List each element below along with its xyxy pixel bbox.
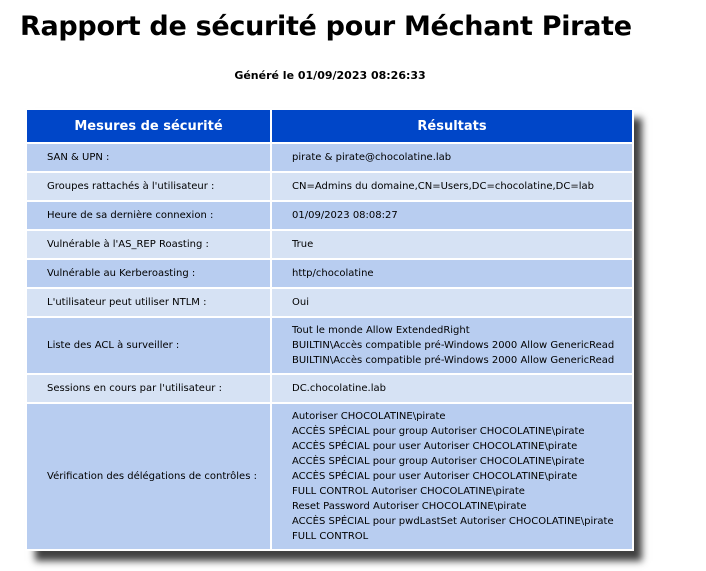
value-line: CN=Admins du domaine,CN=Users,DC=chocola… xyxy=(292,181,594,192)
table-row: Sessions en cours par l'utilisateur : DC.… xyxy=(25,373,634,404)
value-line: ACCÈS SPÉCIAL pour group Autoriser CHOCO… xyxy=(292,456,585,467)
value-line: ACCÈS SPÉCIAL pour user Autoriser CHOCOL… xyxy=(292,441,578,452)
value-line: pirate & pirate@chocolatine.lab xyxy=(292,152,452,163)
row-value: 01/09/2023 08:08:27 xyxy=(270,200,634,231)
value-line: BUILTIN\Accès compatible pré-Windows 200… xyxy=(292,340,615,351)
page-title: Rapport de sécurité pour Méchant Pirate xyxy=(20,11,632,42)
table-row: Groupes rattachés à l'utilisateur : CN=Ad… xyxy=(25,171,634,202)
header-results: Résultats xyxy=(270,108,634,144)
value-line: Tout le monde Allow ExtendedRight xyxy=(292,325,470,336)
row-value: CN=Admins du domaine,CN=Users,DC=chocola… xyxy=(270,171,634,202)
row-value: DC.chocolatine.lab xyxy=(270,373,634,404)
value-line: 01/09/2023 08:08:27 xyxy=(292,210,398,221)
row-value: Tout le monde Allow ExtendedRight BUILTIN… xyxy=(270,316,634,375)
security-report-table-container: Mesures de sécurité Résultats SAN & UPN … xyxy=(25,108,634,551)
table-row: Vulnérable à l'AS_REP Roasting : True xyxy=(25,229,634,260)
value-line: FULL CONTROL xyxy=(292,531,369,542)
value-line: Oui xyxy=(292,297,309,308)
value-line: Autoriser CHOCOLATINE\pirate xyxy=(292,411,446,422)
value-line: BUILTIN\Accès compatible pré-Windows 200… xyxy=(292,355,615,366)
row-label: Sessions en cours par l'utilisateur : xyxy=(25,373,272,404)
value-line: FULL CONTROL Autoriser CHOCOLATINE\pirat… xyxy=(292,486,525,497)
value-line: ACCÈS SPÉCIAL pour pwdLastSet Autoriser … xyxy=(292,516,614,527)
value-line: Reset Password Autoriser CHOCOLATINE\pir… xyxy=(292,501,527,512)
value-line: http/chocolatine xyxy=(292,268,374,279)
table-row: Heure de sa dernière connexion : 01/09/20… xyxy=(25,200,634,231)
row-label: SAN & UPN : xyxy=(25,142,272,173)
table-row: SAN & UPN : pirate & pirate@chocolatine.l… xyxy=(25,142,634,173)
table-row: Vérification des délégations de contrôle… xyxy=(25,402,634,551)
row-label: Vérification des délégations de contrôle… xyxy=(25,402,272,551)
row-label: Vulnérable au Kerberoasting : xyxy=(25,258,272,289)
value-line: DC.chocolatine.lab xyxy=(292,383,386,394)
table-row: Liste des ACL à surveiller : Tout le mond… xyxy=(25,316,634,375)
security-report-table: Mesures de sécurité Résultats SAN & UPN … xyxy=(25,108,634,551)
row-value: True xyxy=(270,229,634,260)
row-label: L'utilisateur peut utiliser NTLM : xyxy=(25,287,272,318)
row-value: http/chocolatine xyxy=(270,258,634,289)
value-line: True xyxy=(292,239,314,250)
row-value: Oui xyxy=(270,287,634,318)
row-label: Groupes rattachés à l'utilisateur : xyxy=(25,171,272,202)
row-value: pirate & pirate@chocolatine.lab xyxy=(270,142,634,173)
row-label: Liste des ACL à surveiller : xyxy=(25,316,272,375)
row-label: Vulnérable à l'AS_REP Roasting : xyxy=(25,229,272,260)
table-body: SAN & UPN : pirate & pirate@chocolatine.l… xyxy=(25,142,634,551)
header-measures: Mesures de sécurité xyxy=(25,108,272,144)
value-line: ACCÈS SPÉCIAL pour group Autoriser CHOCO… xyxy=(292,426,585,437)
table-row: L'utilisateur peut utiliser NTLM : Oui xyxy=(25,287,634,318)
table-header-row: Mesures de sécurité Résultats xyxy=(25,108,634,144)
row-label: Heure de sa dernière connexion : xyxy=(25,200,272,231)
value-line: ACCÈS SPÉCIAL pour user Autoriser CHOCOL… xyxy=(292,471,578,482)
row-value: Autoriser CHOCOLATINE\pirate ACCÈS SPÉCIA… xyxy=(270,402,634,551)
table-row: Vulnérable au Kerberoasting : http/chocol… xyxy=(25,258,634,289)
generated-timestamp: Généré le 01/09/2023 08:26:33 xyxy=(234,69,426,82)
